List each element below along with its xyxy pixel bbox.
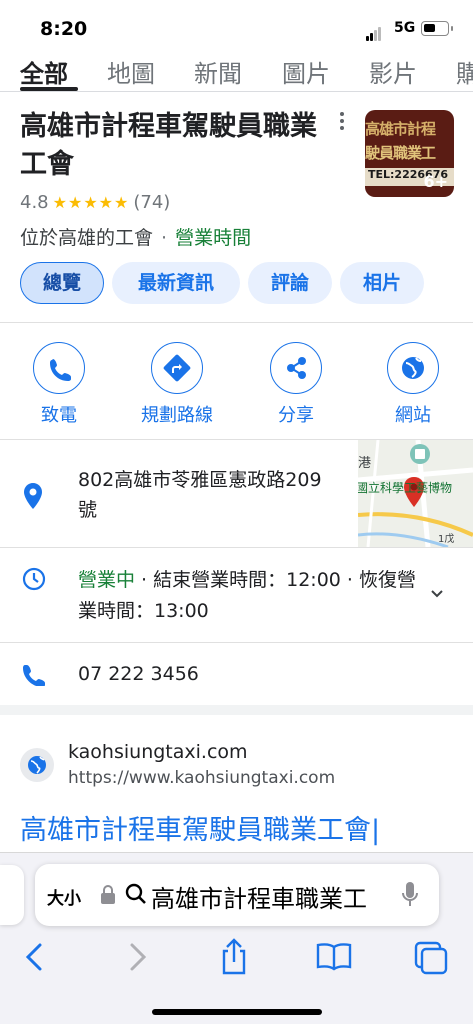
- call-button[interactable]: 致電: [4, 342, 114, 427]
- review-count: (74): [133, 192, 171, 213]
- forward-icon[interactable]: [114, 937, 158, 977]
- address-text[interactable]: 802高雄市苓雅區憲政路209號: [78, 465, 338, 525]
- lock-icon: [101, 885, 115, 905]
- directions-label: 規劃路線: [141, 405, 213, 426]
- divider: [0, 642, 473, 643]
- address-bar[interactable]: 大小 高雄市計程車職業工: [35, 864, 439, 926]
- status-time: 8:20: [40, 18, 88, 40]
- category-row: 位於高雄的工會 · 營業時間: [20, 227, 252, 249]
- place-category: 位於高雄的工會: [20, 227, 154, 249]
- status-bar: 8:20 5G: [0, 0, 473, 48]
- divider: [0, 547, 473, 548]
- result-url[interactable]: https://www.kaohsiungtaxi.com: [68, 768, 335, 788]
- open-status: 營業中: [78, 569, 136, 591]
- tab-news[interactable]: 新聞: [194, 54, 242, 89]
- tab-overview[interactable]: 總覽: [20, 262, 104, 304]
- photo-text: 高雄市計程: [365, 120, 436, 138]
- svg-text:港: 港: [358, 456, 371, 471]
- mini-map[interactable]: 港 國立科學工藝博物 1戊: [358, 440, 473, 547]
- tab-photos[interactable]: 相片: [340, 262, 424, 304]
- rating-value: 4.8: [20, 192, 49, 213]
- phone-icon: [33, 342, 85, 394]
- network-type: 5G: [394, 20, 416, 36]
- globe-icon: [387, 342, 439, 394]
- hours-link[interactable]: 營業時間: [175, 227, 251, 249]
- browser-toolbar: 大小 高雄市計程車職業工: [0, 852, 473, 1024]
- place-title: 高雄市計程車駕駛員職業工會: [20, 111, 317, 180]
- previous-tab-preview[interactable]: [0, 865, 24, 925]
- more-options-icon[interactable]: [336, 112, 348, 132]
- tab-shopping[interactable]: 購: [456, 54, 473, 89]
- opening-hours[interactable]: 營業中 · 結束營業時間：12:00 · 恢復營業時間：13:00: [78, 565, 423, 627]
- tab-images[interactable]: 圖片: [282, 54, 330, 89]
- clock-icon: [22, 567, 46, 595]
- location-pin-icon: [23, 482, 43, 514]
- divider: [0, 322, 473, 323]
- active-tab-indicator: [20, 87, 78, 91]
- section-separator: [0, 705, 473, 715]
- photo-count: 6+: [423, 172, 448, 191]
- svg-text:1戊: 1戊: [438, 533, 454, 545]
- globe-icon: [20, 748, 54, 782]
- directions-button[interactable]: 規劃路線: [122, 342, 232, 427]
- bookmarks-icon[interactable]: [312, 937, 356, 977]
- phone-number[interactable]: 07 222 3456: [78, 663, 199, 685]
- directions-icon: [151, 342, 203, 394]
- search-icon: [125, 883, 147, 905]
- result-site-name[interactable]: kaohsiungtaxi.com: [68, 741, 248, 763]
- text-size-button[interactable]: 大小: [47, 884, 81, 909]
- cellular-signal-icon: [366, 22, 382, 41]
- tab-reviews[interactable]: 評論: [248, 262, 332, 304]
- website-button[interactable]: 網站: [358, 342, 468, 427]
- star-rating-icon: ★★★★★: [52, 193, 130, 212]
- chevron-down-icon[interactable]: [430, 586, 444, 600]
- result-title-link[interactable]: 高雄市計程車駕駛員職業工會|: [20, 808, 473, 847]
- call-label: 致電: [41, 405, 77, 426]
- tab-all[interactable]: 全部: [20, 54, 68, 89]
- tab-videos[interactable]: 影片: [369, 54, 417, 89]
- tab-updates[interactable]: 最新資訊: [112, 262, 240, 304]
- place-photo[interactable]: 高雄市計程 駛員職業工 TEL:2226676 6+: [365, 110, 454, 197]
- share-label: 分享: [278, 405, 314, 426]
- phone-icon: [23, 664, 45, 690]
- share-icon: [270, 342, 322, 394]
- microphone-icon[interactable]: [401, 880, 419, 910]
- website-label: 網站: [395, 405, 431, 426]
- address-bar-text[interactable]: 高雄市計程車職業工: [151, 879, 396, 914]
- share-icon[interactable]: [212, 937, 256, 977]
- battery-icon: [421, 21, 453, 36]
- tabs-icon[interactable]: [410, 937, 454, 977]
- photo-text: 駛員職業工: [365, 144, 436, 162]
- search-tabs: 全部 地圖 新聞 圖片 影片 購: [0, 48, 473, 92]
- svg-text:國立科學工藝博物: 國立科學工藝博物: [358, 480, 452, 495]
- share-button[interactable]: 分享: [241, 342, 351, 427]
- home-indicator: [152, 1009, 322, 1015]
- tab-maps[interactable]: 地圖: [107, 54, 155, 89]
- back-icon[interactable]: [14, 937, 58, 977]
- rating-row[interactable]: 4.8 ★★★★★ (74): [20, 192, 170, 213]
